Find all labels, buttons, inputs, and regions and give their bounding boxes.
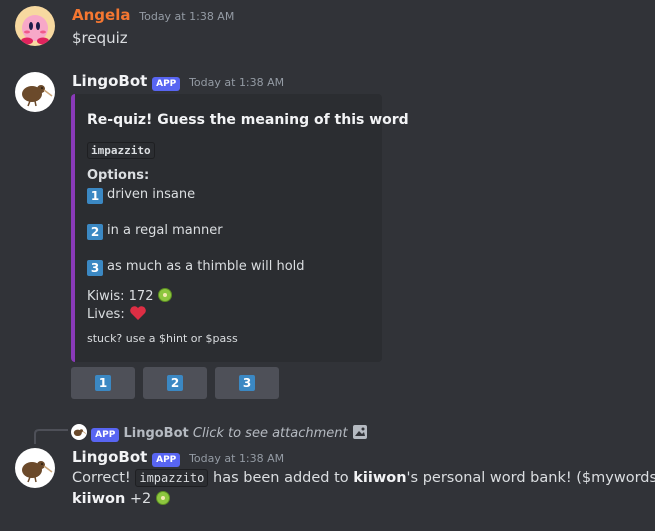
keycap-2-icon: 2 bbox=[167, 375, 183, 391]
kiwi-fruit-icon bbox=[157, 288, 172, 302]
embed-title: Re-quiz! Guess the meaning of this word bbox=[87, 112, 409, 128]
quiz-embed: Re-quiz! Guess the meaning of this word … bbox=[71, 94, 409, 362]
answer-button-1[interactable]: 1 bbox=[71, 367, 135, 399]
option-text: as much as a thimble will hold bbox=[107, 259, 305, 274]
quiz-word: impazzito bbox=[87, 142, 155, 159]
author-name[interactable]: LingoBot bbox=[72, 448, 147, 466]
option-1: 1 driven insane bbox=[87, 187, 195, 204]
keycap-3-icon: 3 bbox=[239, 375, 255, 391]
option-text: in a regal manner bbox=[107, 223, 223, 238]
app-badge: APP bbox=[152, 453, 181, 467]
wordbank-text: 's personal word bank! ($mywords) bbox=[406, 470, 655, 486]
username-bold: kiiwon bbox=[353, 470, 407, 486]
kiwi-bird-small-avatar-icon bbox=[71, 424, 87, 440]
app-badge: APP bbox=[152, 77, 181, 91]
avatar-angela[interactable] bbox=[15, 6, 55, 46]
keycap-3-icon: 3 bbox=[87, 260, 103, 276]
keycap-2-icon: 2 bbox=[87, 224, 103, 240]
avatar-lingobot[interactable] bbox=[15, 448, 55, 488]
username-bold: kiiwon bbox=[72, 491, 126, 507]
added-text: has been added to bbox=[213, 470, 349, 486]
heart-icon bbox=[130, 306, 146, 320]
kirby-avatar-icon bbox=[15, 6, 55, 46]
reward-line: kiiwon +2 bbox=[72, 491, 170, 507]
kiwi-bird-avatar-icon bbox=[15, 448, 55, 488]
message-content: $requiz bbox=[72, 29, 128, 47]
timestamp: Today at 1:38 AM bbox=[139, 10, 235, 23]
answer-button-3[interactable]: 3 bbox=[215, 367, 279, 399]
app-badge: APP bbox=[91, 428, 120, 442]
kiwi-fruit-icon bbox=[155, 491, 170, 505]
image-icon bbox=[352, 425, 367, 439]
option-3: 3 as much as a thimble will hold bbox=[87, 259, 305, 276]
reward-text: +2 bbox=[129, 491, 152, 507]
reply-text[interactable]: Click to see attachment bbox=[193, 426, 348, 441]
reply-reference[interactable]: APP LingoBot Click to see attachment bbox=[71, 424, 368, 442]
lives-label: Lives: bbox=[87, 307, 125, 322]
timestamp: Today at 1:38 AM bbox=[189, 452, 285, 465]
reply-author[interactable]: LingoBot bbox=[123, 426, 188, 441]
keycap-1-icon: 1 bbox=[95, 375, 111, 391]
word-code: impazzito bbox=[135, 469, 209, 487]
message-content: Correct! impazzito has been added to kii… bbox=[72, 469, 655, 487]
avatar-lingobot[interactable] bbox=[15, 72, 55, 112]
keycap-1-icon: 1 bbox=[87, 188, 103, 204]
option-2: 2 in a regal manner bbox=[87, 223, 223, 240]
kiwi-bird-avatar-icon bbox=[15, 72, 55, 112]
timestamp: Today at 1:38 AM bbox=[189, 76, 285, 89]
author-name[interactable]: LingoBot bbox=[72, 72, 147, 90]
options-label: Options: bbox=[87, 168, 150, 183]
option-text: driven insane bbox=[107, 187, 196, 202]
reply-connector bbox=[34, 429, 68, 444]
answer-button-2[interactable]: 2 bbox=[143, 367, 207, 399]
correct-text: Correct! bbox=[72, 470, 131, 486]
author-name[interactable]: Angela bbox=[72, 6, 130, 24]
kiwis-count: Kiwis: 172 bbox=[87, 289, 154, 304]
embed-footer: stuck? use a $hint or $pass bbox=[87, 332, 238, 345]
